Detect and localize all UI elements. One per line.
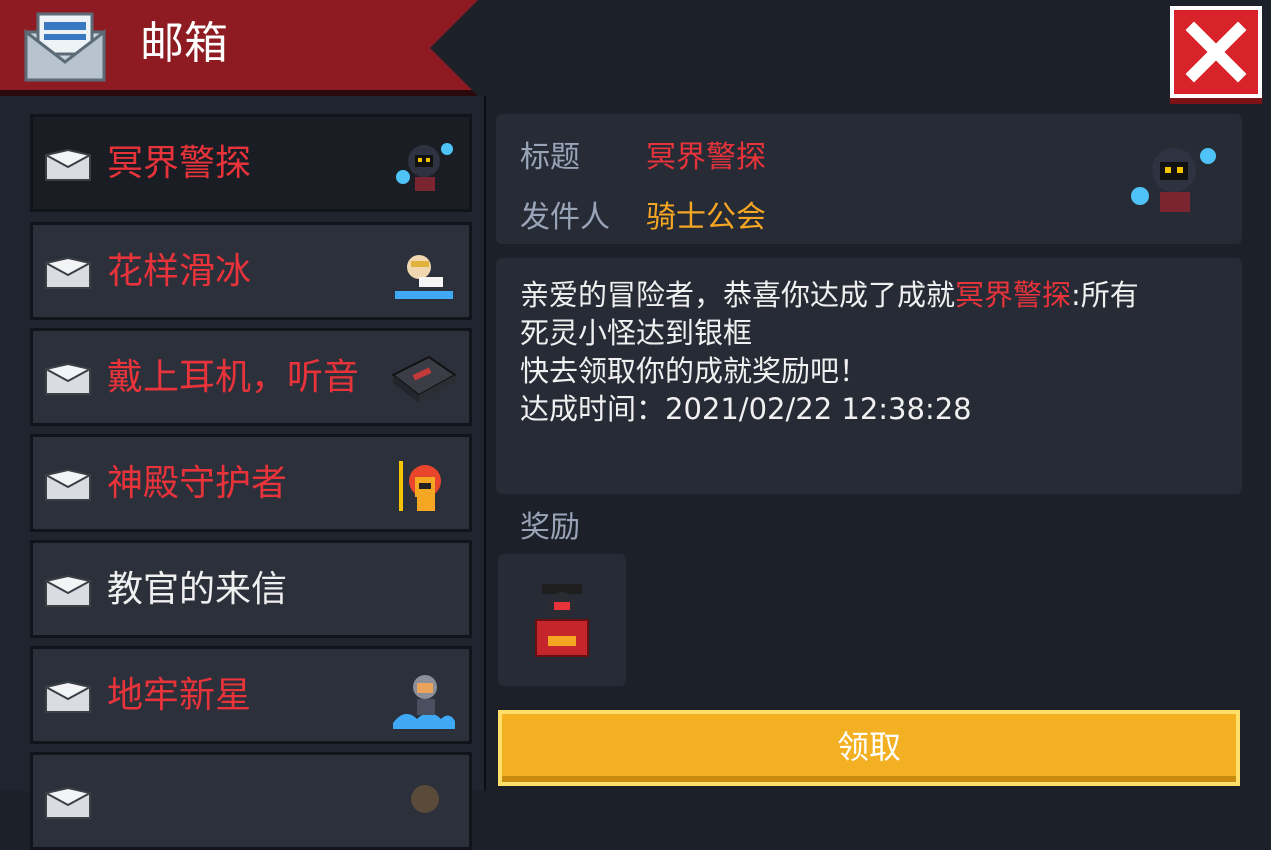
title-value: 冥界警探: [646, 140, 766, 175]
mailbox-header: 邮箱: [0, 0, 478, 96]
title-label: 标题: [520, 140, 580, 175]
list-item[interactable]: 戴上耳机，听音: [30, 328, 472, 426]
mail-label: 花样滑冰: [107, 251, 252, 292]
mail-info-panel: 标题 冥界警探 发件人 骑士公会: [496, 114, 1242, 244]
reward-slot[interactable]: [498, 554, 626, 686]
reward-skin-icon: [535, 584, 589, 657]
envelope-icon: [45, 469, 91, 501]
close-button[interactable]: [1170, 6, 1262, 98]
mail-list[interactable]: 冥界警探 花样滑冰 戴上耳机，听音 神殿守护者 教官的来信 地牢新星: [0, 96, 486, 850]
mail-body: 亲爱的冒险者，恭喜你达成了成就冥界警探:所有 死灵小怪达到银框 快去领取你的成就…: [520, 276, 1220, 428]
mail-label: 戴上耳机，听音: [107, 357, 360, 398]
mail-label: 冥界警探: [107, 143, 252, 184]
header-notch: [430, 0, 478, 96]
mail-body-panel: 亲爱的冒险者，恭喜你达成了成就冥界警探:所有 死灵小怪达到银框 快去领取你的成就…: [496, 258, 1242, 494]
cassette-thumb-icon: [391, 355, 457, 403]
fire-guardian-thumb-icon: [399, 461, 441, 511]
ghost-knight-thumb-icon: [396, 143, 453, 191]
body-line-3: 快去领取你的成就奖励吧！: [520, 354, 869, 388]
list-item[interactable]: 冥界警探: [30, 114, 472, 212]
envelope-icon: [45, 149, 91, 181]
list-item[interactable]: 教官的来信: [30, 540, 472, 638]
mail-label: 地牢新星: [107, 675, 252, 716]
list-item[interactable]: [30, 752, 472, 850]
envelope-icon: [45, 787, 91, 819]
body-line-1: 亲爱的冒险者，恭喜你达成了成就冥界警探:所有: [520, 278, 1139, 312]
body-line-2: 死灵小怪达到银框: [520, 316, 753, 350]
envelope-icon: [45, 257, 91, 289]
claim-button[interactable]: 领取: [498, 710, 1240, 786]
skater-thumb-icon: [395, 255, 453, 299]
page-title: 邮箱: [140, 18, 228, 69]
hero-wave-thumb-icon: [393, 675, 455, 729]
sender-value: 骑士公会: [646, 200, 766, 235]
partial-thumb-icon: [411, 785, 439, 813]
mail-label: 教官的来信: [107, 569, 288, 610]
list-item[interactable]: 花样滑冰: [30, 222, 472, 320]
ghost-knight-portrait-icon: [1131, 148, 1216, 212]
reward-label: 奖励: [520, 510, 580, 545]
mail-inbox-icon: [24, 12, 106, 82]
envelope-icon: [45, 681, 91, 713]
envelope-icon: [45, 575, 91, 607]
mail-label: 神殿守护者: [107, 463, 288, 504]
sender-label: 发件人: [520, 200, 610, 235]
body-line-4: 达成时间：2021/02/22 12:38:28: [520, 392, 972, 426]
list-item[interactable]: 神殿守护者: [30, 434, 472, 532]
list-item[interactable]: 地牢新星: [30, 646, 472, 744]
envelope-icon: [45, 363, 91, 395]
close-icon: [1185, 21, 1247, 83]
